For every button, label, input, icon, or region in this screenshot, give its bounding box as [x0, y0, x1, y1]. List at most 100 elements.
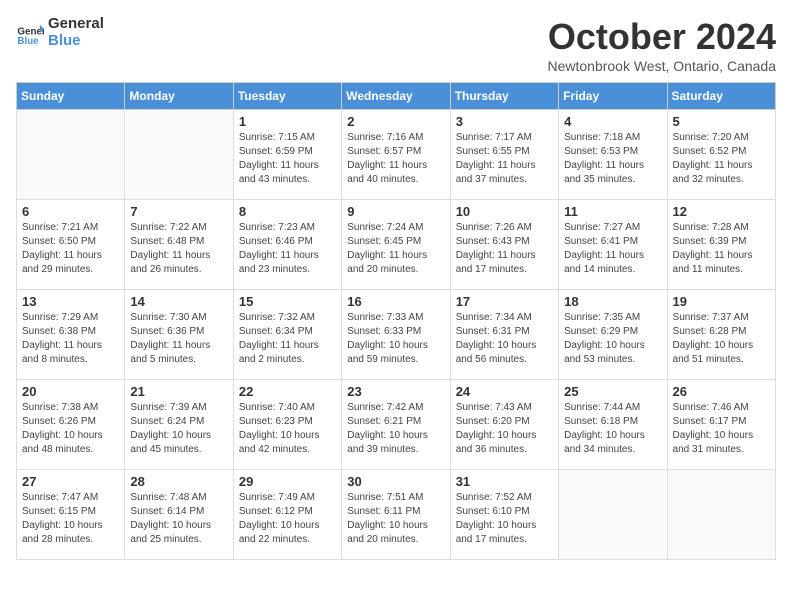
- calendar-day-cell: 18 Sunrise: 7:35 AM Sunset: 6:29 PM Dayli…: [559, 290, 667, 380]
- logo: General Blue General Blue: [16, 16, 104, 49]
- calendar-day-cell: 20 Sunrise: 7:38 AM Sunset: 6:26 PM Dayli…: [17, 380, 125, 470]
- calendar-week-row: 27Sunrise: 7:47 AM Sunset: 6:15 PM Dayli…: [17, 470, 776, 560]
- calendar-day-cell: 16 Sunrise: 7:33 AM Sunset: 6:33 PM Dayli…: [342, 290, 450, 380]
- day-info: Sunrise: 7:52 AM Sunset: 6:10 PM Dayligh…: [456, 491, 553, 547]
- day-info: Sunrise: 7:32 AM Sunset: 6:34 PM Dayligh…: [239, 311, 336, 367]
- day-info: Sunrise: 7:28 AM Sunset: 6:39 PM Dayligh…: [673, 221, 770, 277]
- calendar-week-row: 1 Sunrise: 7:15 AM Sunset: 6:59 PM Daylig…: [17, 110, 776, 200]
- logo-general: General: [48, 16, 104, 33]
- calendar-week-row: 20 Sunrise: 7:38 AM Sunset: 6:26 PM Dayli…: [17, 380, 776, 470]
- day-info: Sunrise: 7:38 AM Sunset: 6:26 PM Dayligh…: [22, 401, 119, 457]
- calendar-day-cell: 11 Sunrise: 7:27 AM Sunset: 6:41 PM Dayli…: [559, 200, 667, 290]
- calendar-day-cell: 10Sunrise: 7:26 AM Sunset: 6:43 PM Dayli…: [450, 200, 558, 290]
- day-info: Sunrise: 7:16 AM Sunset: 6:57 PM Dayligh…: [347, 131, 444, 187]
- day-number: 25: [564, 384, 661, 399]
- day-number: 16: [347, 294, 444, 309]
- calendar-day-cell: 12 Sunrise: 7:28 AM Sunset: 6:39 PM Dayli…: [667, 200, 775, 290]
- day-number: 7: [130, 204, 227, 219]
- day-number: 1: [239, 114, 336, 129]
- calendar-day-cell: 9 Sunrise: 7:24 AM Sunset: 6:45 PM Daylig…: [342, 200, 450, 290]
- day-number: 14: [130, 294, 227, 309]
- day-of-week-header: Friday: [559, 83, 667, 110]
- title-block: October 2024 Newtonbrook West, Ontario, …: [547, 16, 776, 74]
- day-info: Sunrise: 7:42 AM Sunset: 6:21 PM Dayligh…: [347, 401, 444, 457]
- day-info: Sunrise: 7:40 AM Sunset: 6:23 PM Dayligh…: [239, 401, 336, 457]
- day-number: 23: [347, 384, 444, 399]
- day-info: Sunrise: 7:33 AM Sunset: 6:33 PM Dayligh…: [347, 311, 444, 367]
- day-info: Sunrise: 7:30 AM Sunset: 6:36 PM Dayligh…: [130, 311, 227, 367]
- calendar-day-cell: 3Sunrise: 7:17 AM Sunset: 6:55 PM Daylig…: [450, 110, 558, 200]
- calendar-day-cell: 19 Sunrise: 7:37 AM Sunset: 6:28 PM Dayli…: [667, 290, 775, 380]
- day-number: 31: [456, 474, 553, 489]
- day-number: 11: [564, 204, 661, 219]
- calendar-day-cell: 13Sunrise: 7:29 AM Sunset: 6:38 PM Dayli…: [17, 290, 125, 380]
- day-info: Sunrise: 7:43 AM Sunset: 6:20 PM Dayligh…: [456, 401, 553, 457]
- day-info: Sunrise: 7:17 AM Sunset: 6:55 PM Dayligh…: [456, 131, 553, 187]
- logo-icon: General Blue: [16, 19, 44, 47]
- calendar-day-cell: 6Sunrise: 7:21 AM Sunset: 6:50 PM Daylig…: [17, 200, 125, 290]
- day-info: Sunrise: 7:48 AM Sunset: 6:14 PM Dayligh…: [130, 491, 227, 547]
- day-number: 13: [22, 294, 119, 309]
- day-of-week-header: Wednesday: [342, 83, 450, 110]
- day-info: Sunrise: 7:18 AM Sunset: 6:53 PM Dayligh…: [564, 131, 661, 187]
- day-info: Sunrise: 7:27 AM Sunset: 6:41 PM Dayligh…: [564, 221, 661, 277]
- calendar-day-cell: 22 Sunrise: 7:40 AM Sunset: 6:23 PM Dayli…: [233, 380, 341, 470]
- calendar-table: SundayMondayTuesdayWednesdayThursdayFrid…: [16, 82, 776, 560]
- calendar-week-row: 13Sunrise: 7:29 AM Sunset: 6:38 PM Dayli…: [17, 290, 776, 380]
- calendar-day-cell: 25 Sunrise: 7:44 AM Sunset: 6:18 PM Dayli…: [559, 380, 667, 470]
- month-title: October 2024: [547, 16, 776, 58]
- day-info: Sunrise: 7:47 AM Sunset: 6:15 PM Dayligh…: [22, 491, 119, 547]
- day-of-week-header: Tuesday: [233, 83, 341, 110]
- calendar-day-cell: 24 Sunrise: 7:43 AM Sunset: 6:20 PM Dayli…: [450, 380, 558, 470]
- day-of-week-header: Saturday: [667, 83, 775, 110]
- calendar-day-cell: 23 Sunrise: 7:42 AM Sunset: 6:21 PM Dayli…: [342, 380, 450, 470]
- calendar-day-cell: [559, 470, 667, 560]
- day-number: 18: [564, 294, 661, 309]
- day-number: 15: [239, 294, 336, 309]
- day-info: Sunrise: 7:15 AM Sunset: 6:59 PM Dayligh…: [239, 131, 336, 187]
- calendar-day-cell: 27Sunrise: 7:47 AM Sunset: 6:15 PM Dayli…: [17, 470, 125, 560]
- day-info: Sunrise: 7:20 AM Sunset: 6:52 PM Dayligh…: [673, 131, 770, 187]
- calendar-day-cell: [125, 110, 233, 200]
- day-info: Sunrise: 7:46 AM Sunset: 6:17 PM Dayligh…: [673, 401, 770, 457]
- calendar-day-cell: 1 Sunrise: 7:15 AM Sunset: 6:59 PM Daylig…: [233, 110, 341, 200]
- day-of-week-header: Thursday: [450, 83, 558, 110]
- logo-blue: Blue: [48, 33, 104, 50]
- day-number: 22: [239, 384, 336, 399]
- day-number: 19: [673, 294, 770, 309]
- location-title: Newtonbrook West, Ontario, Canada: [547, 58, 776, 74]
- calendar-week-row: 6Sunrise: 7:21 AM Sunset: 6:50 PM Daylig…: [17, 200, 776, 290]
- day-number: 4: [564, 114, 661, 129]
- day-number: 9: [347, 204, 444, 219]
- day-number: 5: [673, 114, 770, 129]
- day-info: Sunrise: 7:35 AM Sunset: 6:29 PM Dayligh…: [564, 311, 661, 367]
- day-number: 6: [22, 204, 119, 219]
- day-number: 17: [456, 294, 553, 309]
- calendar-day-cell: 29Sunrise: 7:49 AM Sunset: 6:12 PM Dayli…: [233, 470, 341, 560]
- svg-text:Blue: Blue: [17, 36, 39, 47]
- day-info: Sunrise: 7:44 AM Sunset: 6:18 PM Dayligh…: [564, 401, 661, 457]
- day-number: 21: [130, 384, 227, 399]
- day-info: Sunrise: 7:37 AM Sunset: 6:28 PM Dayligh…: [673, 311, 770, 367]
- day-info: Sunrise: 7:22 AM Sunset: 6:48 PM Dayligh…: [130, 221, 227, 277]
- calendar-day-cell: 15 Sunrise: 7:32 AM Sunset: 6:34 PM Dayli…: [233, 290, 341, 380]
- calendar-day-cell: 4 Sunrise: 7:18 AM Sunset: 6:53 PM Daylig…: [559, 110, 667, 200]
- calendar-day-cell: 8Sunrise: 7:23 AM Sunset: 6:46 PM Daylig…: [233, 200, 341, 290]
- day-info: Sunrise: 7:23 AM Sunset: 6:46 PM Dayligh…: [239, 221, 336, 277]
- day-of-week-header: Sunday: [17, 83, 125, 110]
- calendar-day-cell: 30 Sunrise: 7:51 AM Sunset: 6:11 PM Dayli…: [342, 470, 450, 560]
- calendar-day-cell: 31 Sunrise: 7:52 AM Sunset: 6:10 PM Dayli…: [450, 470, 558, 560]
- calendar-day-cell: 5 Sunrise: 7:20 AM Sunset: 6:52 PM Daylig…: [667, 110, 775, 200]
- calendar-day-cell: 26Sunrise: 7:46 AM Sunset: 6:17 PM Dayli…: [667, 380, 775, 470]
- calendar-day-cell: 28 Sunrise: 7:48 AM Sunset: 6:14 PM Dayli…: [125, 470, 233, 560]
- day-number: 20: [22, 384, 119, 399]
- day-number: 12: [673, 204, 770, 219]
- calendar-day-cell: 7 Sunrise: 7:22 AM Sunset: 6:48 PM Daylig…: [125, 200, 233, 290]
- day-number: 30: [347, 474, 444, 489]
- day-number: 24: [456, 384, 553, 399]
- day-info: Sunrise: 7:24 AM Sunset: 6:45 PM Dayligh…: [347, 221, 444, 277]
- calendar-header-row: SundayMondayTuesdayWednesdayThursdayFrid…: [17, 83, 776, 110]
- day-number: 28: [130, 474, 227, 489]
- day-info: Sunrise: 7:26 AM Sunset: 6:43 PM Dayligh…: [456, 221, 553, 277]
- day-info: Sunrise: 7:51 AM Sunset: 6:11 PM Dayligh…: [347, 491, 444, 547]
